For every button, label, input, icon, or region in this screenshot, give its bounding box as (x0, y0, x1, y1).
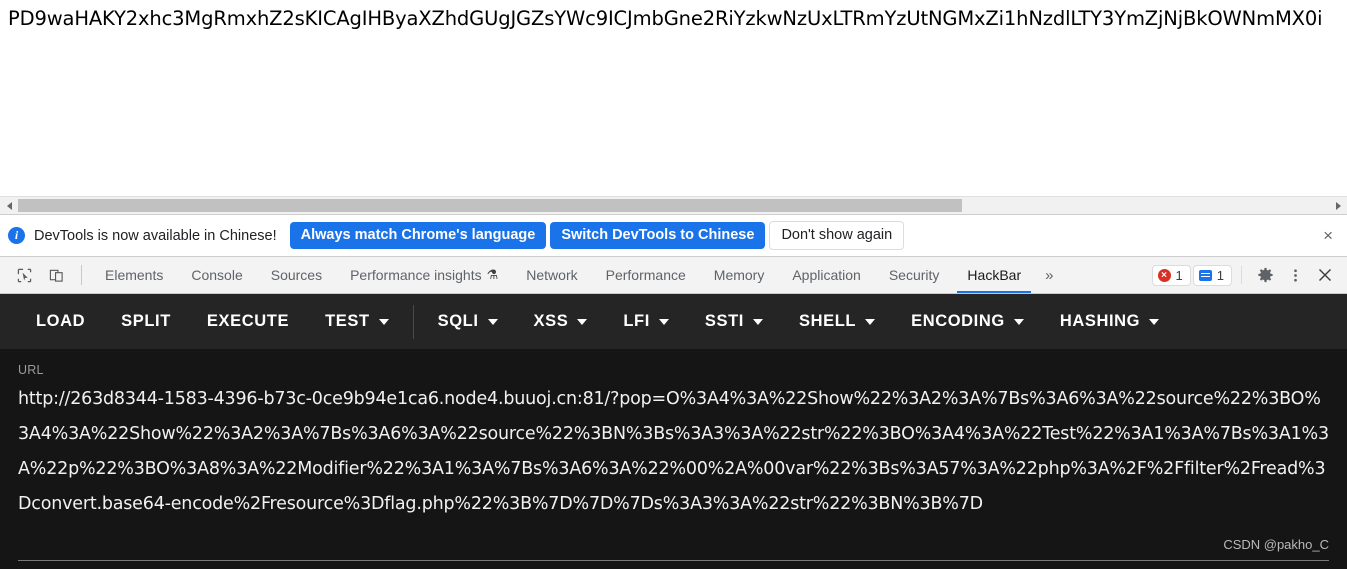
hackbar-toolbar: LOAD SPLIT EXECUTE TEST SQLI XSS LFI SST… (0, 294, 1347, 349)
hackbar-split-button[interactable]: SPLIT (103, 294, 189, 349)
switch-devtools-to-chinese-button[interactable]: Switch DevTools to Chinese (550, 222, 766, 249)
button-label: TEST (325, 312, 370, 330)
chevron-down-icon (577, 318, 588, 325)
url-input[interactable]: http://263d8344-1583-4396-b73c-0ce9b94e1… (18, 382, 1329, 522)
gear-icon[interactable] (1251, 267, 1280, 284)
hackbar-hashing-menu[interactable]: HASHING (1042, 294, 1177, 349)
button-label: LFI (623, 312, 650, 330)
scroll-right-arrow-icon[interactable] (1329, 197, 1347, 214)
button-label: HASHING (1059, 312, 1141, 330)
watermark: CSDN @pakho_C (1223, 537, 1329, 552)
kebab-menu-icon[interactable] (1282, 267, 1309, 284)
button-label: ENCODING (911, 312, 1005, 330)
base64-output-text: PD9waHAKY2xhc3MgRmxhZ2sKICAgIHByaXZhdGUg… (8, 7, 1323, 30)
actions-divider (1241, 266, 1242, 284)
error-icon: × (1157, 268, 1171, 282)
tab-label: Network (526, 267, 578, 283)
tab-label: Security (888, 267, 940, 283)
tab-label: Sources (270, 267, 323, 283)
error-count-value: 1 (1175, 267, 1183, 283)
tab-performance[interactable]: Performance (592, 257, 700, 293)
devtools-tab-strip: Elements Console Sources Performance ins… (0, 257, 1347, 294)
tab-label: HackBar (967, 267, 1022, 283)
flask-icon: ⚗ (486, 267, 499, 282)
tab-label: Memory (713, 267, 765, 283)
tab-network[interactable]: Network (512, 257, 591, 293)
button-label: SQLI (437, 312, 479, 330)
hackbar-encoding-menu[interactable]: ENCODING (893, 294, 1042, 349)
close-devtools-icon[interactable] (1311, 267, 1339, 283)
tab-memory[interactable]: Memory (700, 257, 779, 293)
tab-performance-insights[interactable]: Performance insights ⚗ (336, 257, 512, 293)
button-label: EXECUTE (206, 312, 290, 330)
tab-hackbar[interactable]: HackBar (953, 257, 1035, 293)
message-icon (1198, 269, 1212, 281)
chevron-down-icon (1149, 318, 1160, 325)
chevron-down-icon (378, 318, 389, 325)
page-content-area: PD9waHAKY2xhc3MgRmxhZ2sKICAgIHByaXZhdGUg… (0, 0, 1347, 196)
horizontal-scrollbar[interactable] (0, 196, 1347, 214)
hackbar-test-menu[interactable]: TEST (307, 294, 407, 349)
chevron-down-icon (658, 318, 669, 325)
tab-label: Console (191, 267, 243, 283)
tab-label: Performance insights (350, 267, 482, 283)
button-label: XSS (533, 312, 569, 330)
hackbar-ssti-menu[interactable]: SSTI (687, 294, 781, 349)
hackbar-execute-button[interactable]: EXECUTE (189, 294, 307, 349)
info-icon: i (8, 227, 25, 244)
chevron-down-icon (865, 318, 876, 325)
tab-label: Performance (605, 267, 686, 283)
chevron-down-icon (487, 318, 498, 325)
button-label: SSTI (704, 312, 744, 330)
hackbar-lfi-menu[interactable]: LFI (605, 294, 687, 349)
url-input-underline (18, 560, 1329, 561)
devtools-language-notification: i DevTools is now available in Chinese! … (0, 214, 1347, 257)
hackbar-xss-menu[interactable]: XSS (516, 294, 606, 349)
chevron-down-icon (753, 318, 763, 325)
scrollbar-thumb[interactable] (18, 199, 962, 212)
device-toolbar-icon[interactable] (40, 257, 72, 293)
button-label: SHELL (799, 312, 857, 330)
inspect-element-icon[interactable] (8, 257, 40, 293)
message-count-badge[interactable]: 1 (1192, 264, 1232, 286)
tab-label: Application (792, 267, 861, 283)
scroll-left-arrow-icon[interactable] (0, 197, 18, 214)
tab-console[interactable]: Console (177, 257, 256, 293)
dont-show-again-button[interactable]: Don't show again (769, 221, 905, 250)
hackbar-shell-menu[interactable]: SHELL (781, 294, 893, 349)
more-tabs-chevron-icon[interactable]: » (1035, 257, 1063, 293)
hackbar-sqli-menu[interactable]: SQLI (420, 294, 516, 349)
browser-page: PD9waHAKY2xhc3MgRmxhZ2sKICAgIHByaXZhdGUg… (0, 0, 1347, 569)
toolbar-divider (81, 265, 82, 285)
tab-label: Elements (105, 267, 164, 283)
notification-message: DevTools is now available in Chinese! (34, 227, 277, 244)
always-match-language-button[interactable]: Always match Chrome's language (289, 222, 547, 249)
hackbar-url-panel: URL http://263d8344-1583-4396-b73c-0ce9b… (0, 349, 1347, 569)
button-label: SPLIT (121, 312, 171, 330)
hackbar-load-button[interactable]: LOAD (18, 294, 103, 349)
error-count-badge[interactable]: × 1 (1151, 264, 1191, 286)
message-count-value: 1 (1216, 267, 1224, 283)
button-label: LOAD (36, 312, 86, 330)
devtools-actions: × 1 1 (1151, 257, 1347, 293)
scrollbar-track[interactable] (18, 197, 1329, 214)
url-field-label: URL (18, 363, 44, 377)
chevron-down-icon (1013, 318, 1024, 325)
tab-elements[interactable]: Elements (91, 257, 177, 293)
notification-close-icon[interactable]: × (1319, 227, 1337, 244)
hackbar-divider (412, 304, 414, 339)
tab-security[interactable]: Security (875, 257, 954, 293)
tab-application[interactable]: Application (778, 257, 875, 293)
tab-sources[interactable]: Sources (257, 257, 336, 293)
